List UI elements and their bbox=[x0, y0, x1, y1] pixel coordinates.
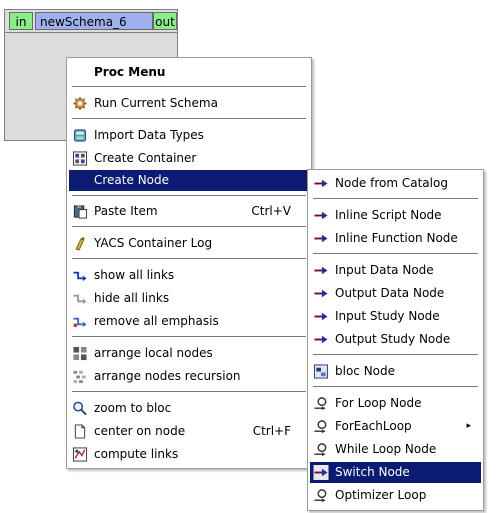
gear-icon bbox=[73, 96, 87, 111]
node-from-catalog-item[interactable]: Node from Catalog bbox=[310, 173, 481, 194]
for-loop-node-item[interactable]: For Loop Node bbox=[310, 393, 481, 414]
output-study-icon bbox=[314, 335, 328, 344]
menu-separator bbox=[72, 86, 306, 87]
arrange-local-item[interactable]: arrange local nodes bbox=[69, 343, 309, 364]
import-data-types-item[interactable]: Import Data Types bbox=[69, 125, 309, 146]
remove-emphasis-item[interactable]: remove all emphasis bbox=[69, 311, 309, 332]
center-on-node-item[interactable]: center on node Ctrl+F bbox=[69, 421, 309, 442]
switch-node-item[interactable]: Switch Node bbox=[310, 462, 481, 483]
menu-separator bbox=[72, 195, 306, 196]
menu-separator bbox=[72, 336, 306, 337]
schema-title[interactable]: newSchema_6 bbox=[35, 12, 153, 30]
container-icon bbox=[72, 151, 88, 166]
menu-separator bbox=[72, 258, 306, 259]
inline-script-node-item[interactable]: Inline Script Node bbox=[310, 205, 481, 226]
arrange-local-icon bbox=[73, 346, 87, 361]
run-schema-item[interactable]: Run Current Schema bbox=[69, 93, 309, 114]
zoom-icon bbox=[73, 401, 87, 416]
paste-item[interactable]: Paste Item Ctrl+V bbox=[69, 201, 309, 222]
center-shortcut: Ctrl+F bbox=[252, 424, 291, 438]
for-loop-icon bbox=[314, 397, 327, 411]
paste-shortcut: Ctrl+V bbox=[251, 204, 291, 218]
show-links-icon bbox=[73, 271, 87, 282]
submenu-arrow-icon: ▸ bbox=[466, 421, 471, 431]
input-data-icon bbox=[314, 266, 328, 275]
while-loop-icon bbox=[314, 443, 327, 457]
show-links-item[interactable]: show all links bbox=[69, 265, 309, 286]
foreach-loop-node-item[interactable]: ForEachLoop ▸ bbox=[310, 416, 481, 437]
schema-header: in newSchema_6 out bbox=[4, 9, 178, 33]
optimizer-loop-item[interactable]: Optimizer Loop bbox=[310, 485, 481, 506]
arrange-recursion-icon bbox=[73, 370, 86, 384]
output-study-node-item[interactable]: Output Study Node bbox=[310, 329, 481, 350]
menu-separator bbox=[313, 386, 478, 387]
inline-script-icon bbox=[314, 211, 328, 220]
remove-emphasis-icon bbox=[73, 317, 87, 328]
log-icon bbox=[75, 236, 85, 251]
menu-separator bbox=[72, 391, 306, 392]
center-node-icon bbox=[74, 424, 86, 439]
arrange-recursion-item[interactable]: arrange nodes recursion bbox=[69, 366, 309, 387]
optimizer-loop-icon bbox=[314, 489, 327, 503]
create-container-item[interactable]: Create Container bbox=[69, 148, 309, 169]
menu-separator bbox=[72, 226, 306, 227]
hide-links-icon bbox=[73, 294, 87, 305]
menu-separator bbox=[313, 354, 478, 355]
menu-separator bbox=[313, 198, 478, 199]
zoom-to-bloc-item[interactable]: zoom to bloc bbox=[69, 398, 309, 419]
input-study-node-item[interactable]: Input Study Node bbox=[310, 306, 481, 327]
output-port[interactable]: out bbox=[153, 12, 177, 30]
compute-links-item[interactable]: compute links bbox=[69, 444, 309, 465]
menu-separator bbox=[313, 253, 478, 254]
catalog-node-icon bbox=[314, 179, 328, 188]
switch-node-icon bbox=[313, 465, 329, 480]
inline-function-node-item[interactable]: Inline Function Node bbox=[310, 228, 481, 249]
foreach-loop-icon bbox=[314, 420, 327, 434]
paste-icon bbox=[73, 204, 88, 219]
menu-separator bbox=[72, 118, 306, 119]
input-port[interactable]: in bbox=[9, 12, 33, 30]
import-types-icon bbox=[73, 129, 87, 142]
input-study-icon bbox=[314, 312, 328, 321]
proc-context-menu: Proc Menu Run Current Schema Import Data… bbox=[66, 57, 315, 469]
container-log-item[interactable]: YACS Container Log bbox=[69, 233, 309, 254]
create-node-item[interactable]: Create Node ▸ bbox=[69, 170, 315, 191]
bloc-node-icon bbox=[313, 364, 329, 379]
create-node-submenu: Node from Catalog Inline Script Node Inl… bbox=[307, 169, 484, 511]
menu-title: Proc Menu bbox=[94, 65, 166, 79]
hide-links-item[interactable]: hide all links bbox=[69, 288, 309, 309]
output-data-icon bbox=[314, 289, 328, 298]
while-loop-node-item[interactable]: While Loop Node bbox=[310, 439, 481, 460]
inline-function-icon bbox=[314, 234, 328, 243]
compute-links-icon bbox=[72, 447, 88, 462]
input-data-node-item[interactable]: Input Data Node bbox=[310, 260, 481, 281]
output-data-node-item[interactable]: Output Data Node bbox=[310, 283, 481, 304]
bloc-node-item[interactable]: bloc Node bbox=[310, 361, 481, 382]
